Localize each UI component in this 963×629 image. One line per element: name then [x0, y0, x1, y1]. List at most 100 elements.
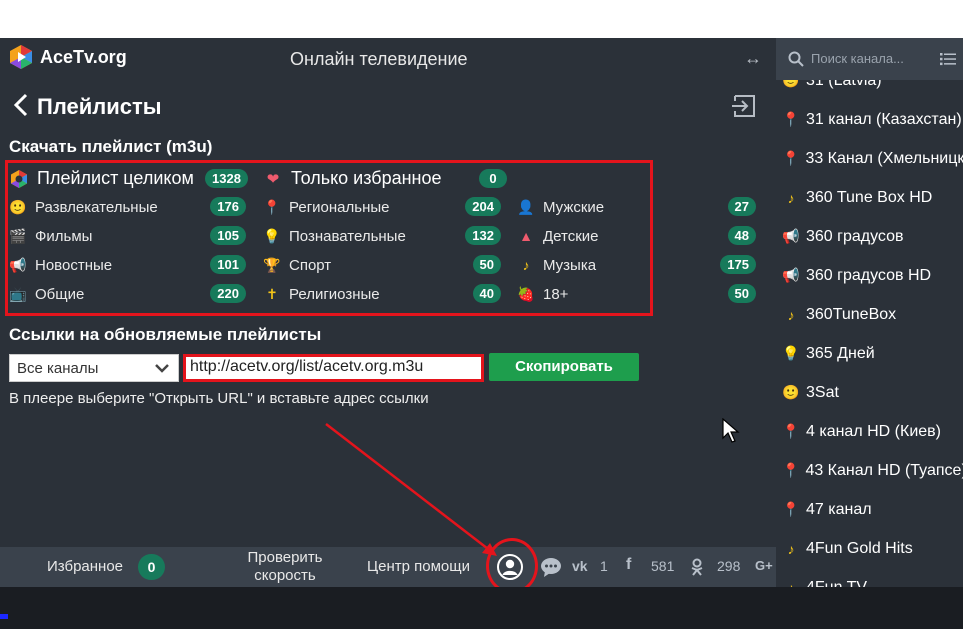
favorites-playlist-label: Только избранное — [291, 168, 442, 188]
full-playlist-label: Плейлист целиком — [37, 168, 194, 188]
playlist-select[interactable]: Все каналы — [9, 354, 179, 382]
category-link[interactable]: ✝ Религиозные — [263, 283, 380, 305]
speed-test-link[interactable]: Проверить скорость — [242, 549, 328, 585]
pyramid-toy-icon: ▲ — [519, 228, 533, 244]
facebook-icon[interactable]: f — [626, 556, 631, 574]
speed-test-line2: скорость — [254, 567, 316, 584]
location-pin-icon: 📍 — [782, 150, 800, 166]
vk-icon[interactable]: vk — [572, 558, 588, 574]
trophy-icon: 🏆 — [263, 256, 281, 273]
location-pin-icon: 📍 — [782, 462, 800, 478]
blue-marker — [0, 614, 8, 619]
back-chevron-icon[interactable] — [10, 92, 32, 118]
category-link[interactable]: 🍓 18+ — [517, 283, 568, 305]
channel-item[interactable]: 📢 360 градусов — [776, 217, 963, 256]
channel-item[interactable]: 📍 31 канал (Казахстан) — [776, 100, 963, 139]
favorites-link[interactable]: Избранное — [47, 558, 123, 575]
category-label: Музыка — [543, 256, 597, 274]
channel-name: 31 канал (Казахстан) — [806, 110, 962, 128]
category-link[interactable]: 🙂 Развлекательные — [9, 196, 157, 218]
category-link[interactable]: 💡 Познавательные — [263, 225, 406, 247]
channel-name: 360 Tune Box HD — [806, 188, 933, 206]
copy-button[interactable]: Скопировать — [489, 353, 639, 381]
playlist-select-value: Все каналы — [17, 360, 99, 377]
channel-name: 360 градусов — [806, 227, 904, 245]
category-link[interactable]: 👤 Мужские — [517, 196, 604, 218]
favorites-count-badge: 0 — [138, 554, 165, 580]
category-label: Региональные — [289, 198, 390, 216]
category-count: 40 — [472, 284, 501, 303]
search-icon — [788, 51, 804, 67]
category-link[interactable]: 📺 Общие — [9, 283, 84, 305]
playlist-url-input[interactable]: http://acetv.org/list/acetv.org.m3u — [183, 354, 484, 382]
odnoklassniki-icon[interactable] — [690, 558, 704, 576]
channel-item[interactable]: 📍 43 Канал HD (Туапсе) — [776, 451, 963, 490]
logout-icon[interactable] — [730, 92, 758, 120]
chat-icon[interactable] — [540, 557, 562, 577]
logo-small-icon — [11, 169, 27, 188]
list-view-icon[interactable] — [940, 52, 956, 66]
category-label: Фильмы — [35, 227, 93, 245]
music-note-icon: ♪ — [787, 189, 795, 206]
channel-item[interactable]: 📍 4 канал HD (Киев) — [776, 412, 963, 451]
speed-test-line1: Проверить — [247, 549, 323, 566]
category-label: Общие — [35, 285, 85, 303]
channel-item[interactable]: 📍 47 канал — [776, 490, 963, 529]
lightbulb-icon: 💡 — [263, 227, 281, 244]
channel-item[interactable]: 📍 33 Канал (Хмельницкий) — [776, 139, 963, 178]
category-link[interactable]: ▲ Детские — [517, 225, 598, 247]
category-link[interactable]: 📍 Региональные — [263, 196, 389, 218]
music-note-icon: ♪ — [787, 540, 795, 557]
full-playlist-link[interactable]: Плейлист целиком — [9, 168, 194, 189]
cross-icon: ✝ — [266, 285, 278, 302]
category-label: Новостные — [35, 256, 113, 274]
full-playlist-count: 1328 — [205, 169, 248, 188]
category-link[interactable]: 📢 Новостные — [9, 254, 112, 276]
category-count: 101 — [210, 255, 246, 274]
download-section-title: Скачать плейлист (m3u) — [9, 137, 213, 156]
channel-name: 47 канал — [806, 500, 872, 518]
category-count: 204 — [465, 197, 501, 216]
facebook-count: 581 — [651, 558, 675, 574]
category-link[interactable]: ♪ Музыка — [517, 254, 597, 276]
man-icon: 👤 — [517, 198, 535, 215]
channel-item[interactable]: 🙂 3Sat — [776, 373, 963, 412]
megaphone-icon: 📢 — [782, 228, 800, 244]
channel-name: 33 Канал (Хмельницкий) — [805, 149, 963, 167]
channel-item[interactable]: 💡 365 Дней — [776, 334, 963, 373]
channel-item[interactable]: ♪ 4Fun TV — [776, 568, 963, 588]
header: AceTv.org Онлайн телевидение ↔ — [0, 38, 776, 82]
mouse-cursor-icon — [722, 418, 740, 443]
lightbulb-icon: 💡 — [782, 345, 800, 361]
location-pin-icon: 📍 — [782, 423, 800, 439]
channel-item[interactable]: ♪ 360 Tune Box HD — [776, 178, 963, 217]
category-label: Познавательные — [289, 227, 406, 245]
megaphone-icon: 📢 — [782, 267, 800, 283]
channel-search-input[interactable]: Поиск канала... — [811, 51, 904, 66]
top-white-strip — [0, 0, 963, 38]
heart-icon: ❤ — [266, 170, 280, 188]
channel-item[interactable]: ♪ 360TuneBox — [776, 295, 963, 334]
category-count: 48 — [727, 226, 756, 245]
channel-name: 4Fun TV — [806, 578, 868, 588]
channel-name: 4 канал HD (Киев) — [806, 422, 941, 440]
tv-icon: 📺 — [9, 285, 27, 302]
channel-item[interactable]: 📢 360 градусов HD — [776, 256, 963, 295]
category-label: Мужские — [543, 198, 605, 216]
channel-item[interactable]: ♪ 4Fun Gold Hits — [776, 529, 963, 568]
user-account-icon[interactable] — [497, 554, 523, 580]
logo[interactable]: AceTv.org — [8, 44, 127, 70]
expand-horizontal-icon[interactable]: ↔ — [744, 48, 762, 69]
channel-name: 4Fun Gold Hits — [806, 539, 913, 557]
channel-name: 365 Дней — [806, 344, 875, 362]
header-title: Онлайн телевидение — [290, 49, 468, 69]
help-center-link[interactable]: Центр помощи — [367, 558, 470, 575]
category-link[interactable]: 🎬 Фильмы — [9, 225, 92, 247]
category-link[interactable]: 🏆 Спорт — [263, 254, 331, 276]
favorites-playlist-link[interactable]: ❤ Только избранное — [263, 168, 442, 189]
links-section-title: Ссылки на обновляемые плейлисты — [9, 325, 322, 344]
channel-name: 43 Канал HD (Туапсе) — [805, 461, 963, 479]
google-plus-icon[interactable]: G+ — [755, 558, 773, 573]
smiley-icon: 🙂 — [9, 198, 27, 215]
channel-name: 360TuneBox — [806, 305, 897, 323]
